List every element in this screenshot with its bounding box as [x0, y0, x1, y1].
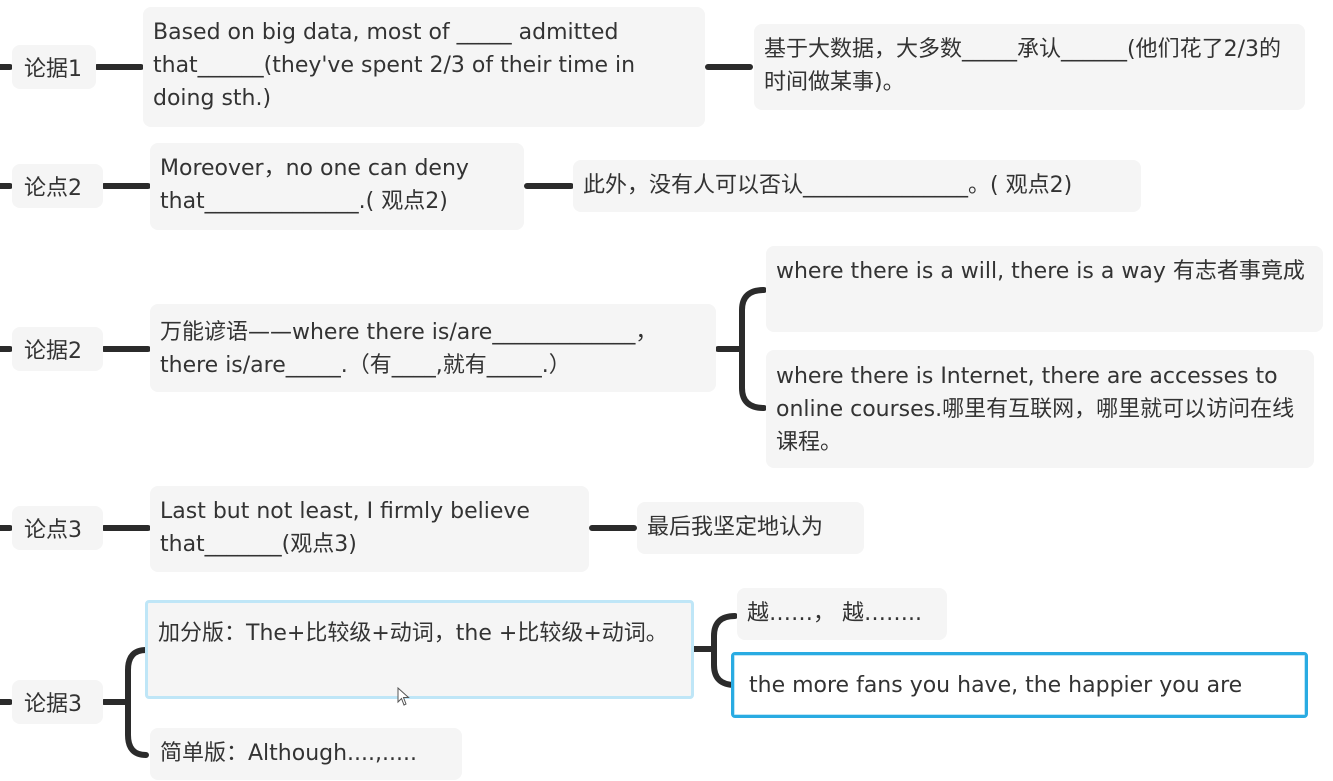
node-moreover-english[interactable]: Moreover，no one can deny that___________…	[150, 143, 524, 230]
node-proverb-example-internet[interactable]: where there is Internet, there are acces…	[766, 350, 1314, 468]
topic-argument-2[interactable]: 论据2	[12, 327, 103, 371]
node-bonus-version[interactable]: 加分版：The+比较级+动词，the +比较级+动词。	[145, 600, 694, 699]
node-big-data-english[interactable]: Based on big data, most of _____ admitte…	[143, 7, 705, 127]
node-firmly-believe-english[interactable]: Last but not least, I firmly believe tha…	[150, 486, 589, 572]
topic-argument-1[interactable]: 论据1	[12, 45, 96, 89]
node-bonus-the-more[interactable]: 越……， 越……..	[737, 588, 947, 640]
node-moreover-chinese[interactable]: 此外，没有人可以否认_______________。( 观点2)	[573, 160, 1141, 212]
node-proverb-example-will[interactable]: where there is a will, there is a way 有志…	[766, 246, 1323, 332]
node-simple-version[interactable]: 简单版：Although....,.....	[150, 728, 462, 780]
node-bonus-example[interactable]: the more fans you have, the happier you …	[731, 652, 1308, 718]
node-firmly-believe-chinese[interactable]: 最后我坚定地认为	[637, 502, 864, 554]
node-universal-proverb[interactable]: 万能谚语——where there is/are_____________，th…	[150, 304, 716, 392]
topic-argument-3[interactable]: 论据3	[12, 680, 103, 724]
topic-point-2[interactable]: 论点2	[12, 164, 103, 208]
mouse-cursor-icon	[397, 687, 410, 706]
node-big-data-chinese[interactable]: 基于大数据，大多数_____承认______(他们花了2/3的时间做某事)。	[754, 24, 1305, 110]
topic-point-3[interactable]: 论点3	[12, 506, 103, 550]
